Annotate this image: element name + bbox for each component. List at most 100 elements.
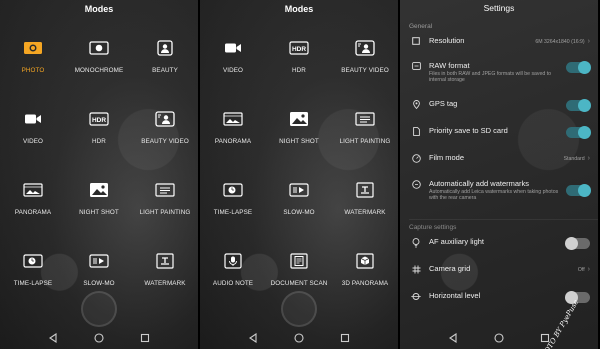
mode-beauty[interactable]: BEAUTY: [132, 38, 198, 109]
camera-icon: [22, 38, 44, 58]
shutter-button[interactable]: [281, 291, 317, 327]
setting-resolution[interactable]: Resolution 6M 3264x1840 (16:9) ›: [400, 36, 598, 59]
grid-value: Off ›: [577, 266, 590, 273]
page-title: Modes: [284, 4, 314, 14]
mode-label: HDR: [292, 67, 306, 74]
setting-label: Camera grid: [429, 264, 471, 273]
mode-label: WATERMARK: [144, 280, 186, 287]
mode-label: DOCUMENT SCAN: [270, 280, 328, 287]
chevron-right-icon: ›: [587, 38, 590, 45]
chevron-right-icon: ›: [587, 155, 590, 162]
section-general: General: [409, 23, 433, 30]
level-icon: [409, 291, 423, 301]
mode-3d-panorama[interactable]: 3D PANORAMA: [332, 251, 398, 322]
af-light-toggle[interactable]: [565, 237, 590, 250]
mode-light-painting[interactable]: LIGHT PAINTING: [132, 180, 198, 251]
mode-label: PANORAMA: [14, 209, 52, 216]
mode-label: 3D PANORAMA: [341, 280, 389, 287]
mode-monochrome[interactable]: MONOCHROME: [66, 38, 132, 109]
setting-description: Files in both RAW and JPEG formats will …: [429, 71, 552, 84]
hdr-icon: HDR: [288, 38, 310, 58]
mode-beauty-video[interactable]: BEAUTY VIDEO: [132, 109, 198, 180]
setting-af-light[interactable]: AF auxiliary light: [400, 237, 598, 264]
night-shot-icon: [288, 109, 310, 129]
setting-camera-grid[interactable]: Camera grid Off ›: [400, 264, 598, 291]
mode-label: MONOCHROME: [74, 67, 124, 74]
recents-icon[interactable]: [138, 331, 152, 345]
mode-label: BEAUTY VIDEO: [341, 67, 389, 74]
back-icon[interactable]: [46, 331, 60, 345]
slow-mo-icon: [288, 180, 310, 200]
home-icon[interactable]: [292, 331, 306, 345]
mode-video[interactable]: VIDEO: [0, 109, 66, 180]
3d-panorama-icon: [354, 251, 376, 271]
svg-text:HDR: HDR: [92, 117, 106, 124]
mode-video[interactable]: VIDEO: [200, 38, 266, 109]
monochrome-icon: [88, 38, 110, 58]
film-mode-value: Standard ›: [563, 155, 590, 162]
setting-auto-watermark[interactable]: Automatically add watermarks Automatical…: [400, 179, 598, 219]
mode-panorama[interactable]: PANORAMA: [200, 109, 266, 180]
screenshot-collage: Modes PHOTO MONOCHROME BEAUTY VIDEO HDR …: [0, 0, 600, 349]
modes-panel-2: Modes VIDEO HDR HDR BEAUTY VIDEO PANORAM…: [200, 0, 398, 349]
mode-beauty-video[interactable]: BEAUTY VIDEO: [332, 38, 398, 109]
setting-label: GPS tag: [429, 99, 458, 108]
mode-slow-mo[interactable]: SLOW-MO: [266, 180, 332, 251]
mode-label: BEAUTY VIDEO: [141, 138, 189, 145]
mode-label: LIGHT PAINTING: [139, 209, 191, 216]
setting-raw-format[interactable]: RAW format Files in both RAW and JPEG fo…: [400, 59, 598, 99]
raw-icon: [409, 61, 423, 70]
mode-time-lapse[interactable]: TIME-LAPSE: [200, 180, 266, 251]
video-icon: [22, 109, 44, 129]
beauty-video-icon: [354, 38, 376, 58]
mode-label: TIME-LAPSE: [13, 280, 53, 287]
shutter-button[interactable]: [81, 291, 117, 327]
setting-priority-sd[interactable]: Priority save to SD card: [400, 126, 598, 153]
hdr-icon: HDR: [88, 109, 110, 129]
mode-night-shot[interactable]: NIGHT SHOT: [66, 180, 132, 251]
mode-time-lapse[interactable]: TIME-LAPSE: [0, 251, 66, 322]
modes-grid: PHOTO MONOCHROME BEAUTY VIDEO HDR HDR BE…: [0, 38, 198, 322]
mode-label: BEAUTY: [152, 67, 178, 74]
back-icon[interactable]: [446, 331, 460, 345]
chevron-right-icon: ›: [587, 266, 590, 273]
priority-sd-toggle[interactable]: [566, 126, 591, 139]
nav-bar: [0, 327, 198, 349]
resolution-value: 6M 3264x1840 (16:9) ›: [535, 38, 590, 45]
page-title: Modes: [84, 4, 114, 14]
home-icon[interactable]: [92, 331, 106, 345]
audio-note-icon: [222, 251, 244, 271]
watermark-setting-icon: [409, 179, 423, 189]
mode-audio-note[interactable]: AUDIO NOTE: [200, 251, 266, 322]
panorama-icon: [22, 180, 44, 200]
watermark-icon: [154, 251, 176, 271]
nav-bar: [400, 327, 598, 349]
time-lapse-icon: [222, 180, 244, 200]
setting-gps-tag[interactable]: GPS tag: [400, 99, 598, 126]
bulb-icon: [409, 237, 423, 248]
setting-film-mode[interactable]: Film mode Standard ›: [400, 153, 598, 179]
grid-icon: [409, 264, 423, 274]
raw-toggle[interactable]: [566, 61, 591, 74]
mode-hdr[interactable]: HDR HDR: [266, 38, 332, 109]
watermark-icon: [354, 180, 376, 200]
mode-hdr[interactable]: HDR HDR: [66, 109, 132, 180]
mode-photo[interactable]: PHOTO: [0, 38, 66, 109]
gps-toggle[interactable]: [566, 99, 591, 112]
video-icon: [222, 38, 244, 58]
mode-panorama[interactable]: PANORAMA: [0, 180, 66, 251]
recents-icon[interactable]: [338, 331, 352, 345]
auto-watermark-toggle[interactable]: [566, 184, 591, 197]
home-icon[interactable]: [492, 331, 506, 345]
modes-panel-1: Modes PHOTO MONOCHROME BEAUTY VIDEO HDR …: [0, 0, 198, 349]
mode-night-shot[interactable]: NIGHT SHOT: [266, 109, 332, 180]
back-icon[interactable]: [246, 331, 260, 345]
mode-watermark[interactable]: WATERMARK: [132, 251, 198, 322]
setting-label: RAW format: [429, 61, 470, 70]
mode-light-painting[interactable]: LIGHT PAINTING: [332, 109, 398, 180]
mode-watermark[interactable]: WATERMARK: [332, 180, 398, 251]
mode-label: AUDIO NOTE: [212, 280, 254, 287]
beauty-icon: [154, 38, 176, 58]
mode-label: TIME-LAPSE: [213, 209, 253, 216]
nav-bar: [200, 327, 398, 349]
